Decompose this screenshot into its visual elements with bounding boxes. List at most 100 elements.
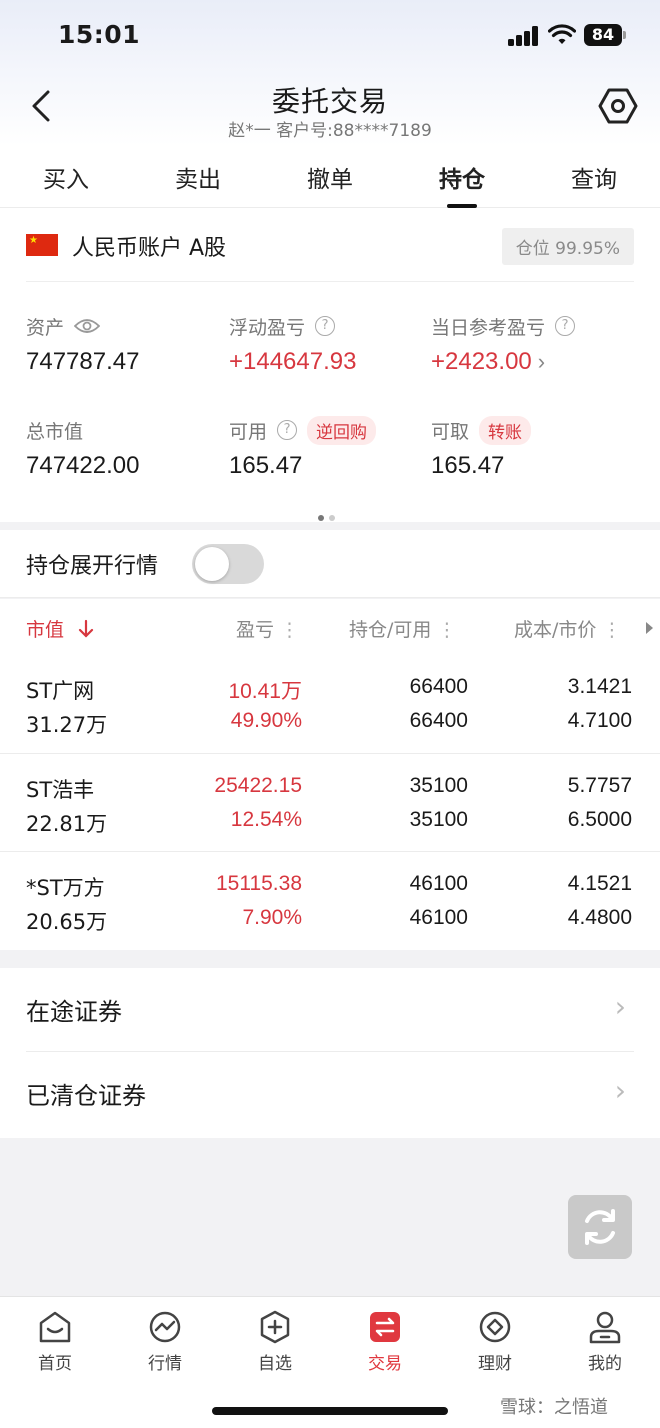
- refresh-button[interactable]: [568, 1195, 632, 1259]
- nav-watchlist[interactable]: 自选: [230, 1309, 320, 1374]
- account-summary: ★ 人民币账户 A股 仓位 99.95% 资产 747787.47 浮动盈亏 ?…: [0, 208, 660, 522]
- today-pl-number: +2423.00: [431, 348, 532, 375]
- nav-wealth-label: 理财: [478, 1354, 512, 1374]
- transfer-button[interactable]: 转账: [479, 415, 532, 445]
- table-row[interactable]: *ST万方 20.65万 15115.38 7.90% 46100 46100 …: [0, 851, 660, 949]
- market-icon: [149, 1311, 181, 1343]
- cellular-signal-icon: [508, 26, 540, 46]
- stock-pl: 10.41万: [228, 680, 302, 703]
- assets-label: 资产: [26, 316, 65, 339]
- expand-quotes-label: 持仓展开行情: [26, 554, 159, 579]
- stock-cost: 3.1421: [567, 675, 632, 698]
- nav-home[interactable]: 首页: [10, 1309, 100, 1374]
- market-value-label: 总市值: [26, 420, 84, 443]
- stock-cost: 5.7757: [567, 774, 632, 797]
- column-cost[interactable]: 成本/市价 ⋮: [514, 615, 621, 642]
- nav-home-label: 首页: [38, 1354, 72, 1374]
- nav-profile[interactable]: 我的: [560, 1309, 650, 1374]
- available-label: 可用: [229, 420, 268, 443]
- watermark: 雪球：之悟道: [500, 1397, 608, 1418]
- stock-available: 35100: [409, 808, 468, 831]
- nav-market[interactable]: 行情: [120, 1309, 210, 1374]
- scroll-right-icon[interactable]: [644, 621, 654, 635]
- stock-market-value: 31.27万: [26, 713, 108, 737]
- nav-bar: 委托交易 赵*一 客户号:88****7189: [0, 72, 660, 150]
- settings-hexagon-icon[interactable]: [598, 86, 638, 126]
- nav-wealth[interactable]: 理财: [450, 1309, 540, 1374]
- column-market-value-label: 市值: [26, 619, 65, 641]
- column-cost-label: 成本/市价: [514, 619, 597, 641]
- battery-tip: [623, 31, 626, 39]
- stock-price: 4.4800: [567, 906, 632, 929]
- stock-available: 46100: [409, 906, 468, 929]
- stock-name: ST浩丰: [26, 778, 95, 802]
- stock-holding: 66400: [409, 675, 468, 698]
- float-pl-block: 浮动盈亏 ? +144647.93: [229, 312, 356, 376]
- table-row[interactable]: ST广网 31.27万 10.41万 49.90% 66400 66400 3.…: [0, 655, 660, 753]
- wealth-icon: [479, 1311, 511, 1343]
- market-value: 747422.00: [26, 452, 140, 479]
- refresh-icon: [585, 1209, 615, 1245]
- table-row[interactable]: ST浩丰 22.81万 25422.15 12.54% 35100 35100 …: [0, 753, 660, 851]
- home-indicator[interactable]: [212, 1407, 448, 1415]
- customer-info: 赵*一 客户号:88****7189: [228, 121, 432, 141]
- stock-cost: 4.1521: [567, 872, 632, 895]
- nav-trade[interactable]: 交易: [340, 1309, 430, 1374]
- holdings-table: 市值 盈亏 ⋮ 持仓/可用 ⋮ 成本/市价 ⋮ ST广网 31.27万 10.41万 …: [0, 599, 660, 950]
- tab-holdings[interactable]: 持仓: [412, 160, 512, 194]
- sort-down-arrow-icon: [78, 619, 94, 638]
- wifi-icon: [548, 24, 576, 44]
- china-flag-icon: ★: [26, 234, 58, 256]
- more-vertical-icon: ⋮: [280, 619, 300, 641]
- reverse-repo-button[interactable]: 逆回购: [307, 415, 377, 445]
- tab-query[interactable]: 查询: [544, 160, 644, 194]
- help-icon[interactable]: ?: [277, 420, 298, 440]
- column-holding[interactable]: 持仓/可用 ⋮: [349, 615, 456, 642]
- page-dots: [318, 506, 340, 525]
- cleared-securities-link[interactable]: 已清仓证券 ›: [26, 1052, 634, 1136]
- stock-holding: 46100: [409, 872, 468, 895]
- withdrawable-label: 可取: [431, 420, 470, 443]
- chevron-right-icon[interactable]: ›: [538, 349, 545, 375]
- today-pl-block[interactable]: 当日参考盈亏 ? +2423.00 ›: [431, 312, 576, 376]
- expand-quotes-toggle[interactable]: [192, 544, 264, 584]
- eye-icon[interactable]: [74, 318, 101, 334]
- stock-holding: 35100: [409, 774, 468, 797]
- nav-market-label: 行情: [148, 1354, 182, 1374]
- cleared-securities-label: 已清仓证券: [26, 1082, 146, 1110]
- help-icon[interactable]: ?: [555, 316, 576, 336]
- trade-icon: [370, 1312, 400, 1342]
- position-ratio-badge: 仓位 99.95%: [501, 228, 634, 265]
- bottom-nav: 首页 行情 自选 交易 理财 我的 雪球：之悟道: [0, 1296, 660, 1428]
- tab-cancel[interactable]: 撤单: [280, 160, 380, 194]
- nav-watchlist-label: 自选: [258, 1354, 292, 1374]
- stock-pl-percent: 49.90%: [230, 709, 302, 732]
- column-pl-label: 盈亏: [236, 619, 275, 641]
- today-pl-label: 当日参考盈亏: [431, 316, 546, 339]
- stock-available: 66400: [409, 709, 468, 732]
- stock-pl: 15115.38: [215, 872, 302, 895]
- tab-sell[interactable]: 卖出: [148, 160, 248, 194]
- battery-indicator: 84: [584, 24, 622, 46]
- market-value-block: 总市值 747422.00: [26, 416, 139, 480]
- assets-block: 资产 747787.47: [26, 312, 139, 376]
- more-vertical-icon: ⋮: [602, 619, 622, 641]
- stock-name: *ST万方: [26, 876, 105, 900]
- assets-value: 747787.47: [26, 348, 140, 375]
- help-icon[interactable]: ?: [315, 316, 336, 336]
- stock-pl-percent: 7.90%: [242, 906, 302, 929]
- in-transit-securities-link[interactable]: 在途证券 ›: [26, 968, 634, 1052]
- securities-links: 在途证券 › 已清仓证券 ›: [0, 968, 660, 1138]
- withdrawable-block: 可取 转账 165.47: [431, 415, 532, 480]
- column-market-value[interactable]: 市值: [26, 615, 94, 642]
- stock-market-value: 20.65万: [26, 910, 108, 934]
- stock-pl-percent: 12.54%: [230, 808, 302, 831]
- withdrawable-value: 165.47: [431, 452, 505, 479]
- column-pl[interactable]: 盈亏 ⋮: [236, 615, 299, 642]
- tab-buy[interactable]: 买入: [16, 160, 116, 194]
- toggle-knob: [195, 547, 229, 581]
- expand-quotes-row: 持仓展开行情: [0, 530, 660, 598]
- stock-market-value: 22.81万: [26, 812, 108, 836]
- status-time: 15:01: [58, 20, 141, 49]
- nav-profile-label: 我的: [588, 1354, 622, 1374]
